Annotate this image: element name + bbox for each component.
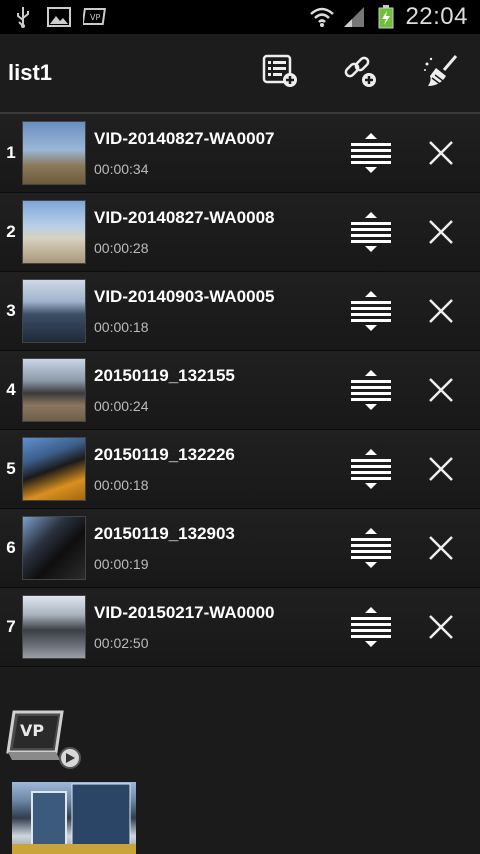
list-item[interactable]: 3 VID-20140903-WA0005 00:00:18 [0, 272, 480, 351]
video-duration: 00:02:50 [94, 635, 149, 651]
close-icon [427, 218, 455, 246]
close-icon [427, 455, 455, 483]
svg-text:VP: VP [20, 721, 44, 740]
close-icon [427, 376, 455, 404]
action-bar: list1 [0, 34, 480, 114]
video-thumbnail [22, 516, 86, 580]
item-index: 5 [6, 459, 16, 478]
close-icon [427, 139, 455, 167]
delete-button[interactable] [418, 365, 464, 415]
video-list: 1 VID-20140827-WA0007 00:00:34 2 VID-201… [0, 114, 480, 667]
wifi-icon [309, 6, 335, 28]
close-icon [427, 534, 455, 562]
video-player-logo-button[interactable]: VP [4, 704, 84, 774]
usb-icon [10, 6, 36, 28]
reorder-handle-icon [349, 449, 393, 489]
video-thumbnail [22, 358, 86, 422]
reorder-handle-icon [349, 133, 393, 173]
video-thumbnail [22, 437, 86, 501]
delete-button[interactable] [418, 523, 464, 573]
video-name: 20150119_132903 [94, 524, 235, 543]
reorder-handle[interactable] [346, 444, 396, 494]
close-icon [427, 297, 455, 325]
vp-notification-icon: VP [82, 6, 108, 28]
reorder-handle-icon [349, 370, 393, 410]
reorder-handle[interactable] [346, 128, 396, 178]
add-list-icon [262, 54, 298, 93]
add-link-icon [342, 54, 378, 93]
clock: 22:04 [405, 3, 468, 30]
reorder-handle[interactable] [346, 523, 396, 573]
video-name: VID-20150217-WA0000 [94, 603, 275, 622]
status-bar: VP 22:04 [0, 0, 480, 34]
close-icon [427, 613, 455, 641]
list-item[interactable]: 2 VID-20140827-WA0008 00:00:28 [0, 193, 480, 272]
delete-button[interactable] [418, 286, 464, 336]
item-index: 1 [6, 143, 16, 162]
clear-list-button[interactable] [400, 34, 480, 112]
delete-button[interactable] [418, 128, 464, 178]
list-item[interactable]: 6 20150119_132903 00:00:19 [0, 509, 480, 588]
preview-thumbnail[interactable] [12, 782, 136, 854]
video-duration: 00:00:18 [94, 319, 149, 335]
vp-logo-icon: VP [4, 710, 84, 778]
battery-charging-icon [373, 5, 399, 29]
delete-button[interactable] [418, 444, 464, 494]
add-link-button[interactable] [320, 34, 400, 112]
reorder-handle-icon [349, 212, 393, 252]
video-name: VID-20140903-WA0005 [94, 287, 275, 306]
item-index: 7 [6, 617, 16, 636]
clear-broom-icon [422, 54, 458, 93]
reorder-handle-icon [349, 607, 393, 647]
delete-button[interactable] [418, 207, 464, 257]
list-item[interactable]: 1 VID-20140827-WA0007 00:00:34 [0, 114, 480, 193]
item-index: 2 [6, 222, 16, 241]
video-name: VID-20140827-WA0008 [94, 208, 275, 227]
reorder-handle[interactable] [346, 365, 396, 415]
item-index: 6 [6, 538, 16, 557]
item-index: 4 [6, 380, 16, 399]
video-duration: 00:00:28 [94, 240, 149, 256]
add-list-button[interactable] [240, 34, 320, 112]
list-item[interactable]: 4 20150119_132155 00:00:24 [0, 351, 480, 430]
video-thumbnail [22, 279, 86, 343]
reorder-handle[interactable] [346, 286, 396, 336]
video-thumbnail [22, 121, 86, 185]
svg-text:VP: VP [90, 13, 100, 22]
video-thumbnail [22, 200, 86, 264]
page-title: list1 [8, 60, 53, 85]
video-name: 20150119_132155 [94, 366, 235, 385]
video-name: 20150119_132226 [94, 445, 235, 464]
delete-button[interactable] [418, 602, 464, 652]
video-duration: 00:00:24 [94, 398, 149, 414]
item-index: 3 [6, 301, 16, 320]
video-duration: 00:00:18 [94, 477, 149, 493]
video-duration: 00:00:19 [94, 556, 149, 572]
signal-icon [341, 6, 367, 28]
list-item[interactable]: 5 20150119_132226 00:00:18 [0, 430, 480, 509]
reorder-handle[interactable] [346, 207, 396, 257]
video-thumbnail [22, 595, 86, 659]
reorder-handle-icon [349, 528, 393, 568]
video-name: VID-20140827-WA0007 [94, 129, 275, 148]
reorder-handle[interactable] [346, 602, 396, 652]
list-item[interactable]: 7 VID-20150217-WA0000 00:02:50 [0, 588, 480, 667]
image-icon [46, 6, 72, 28]
reorder-handle-icon [349, 291, 393, 331]
video-duration: 00:00:34 [94, 161, 149, 177]
building-image [12, 783, 136, 854]
